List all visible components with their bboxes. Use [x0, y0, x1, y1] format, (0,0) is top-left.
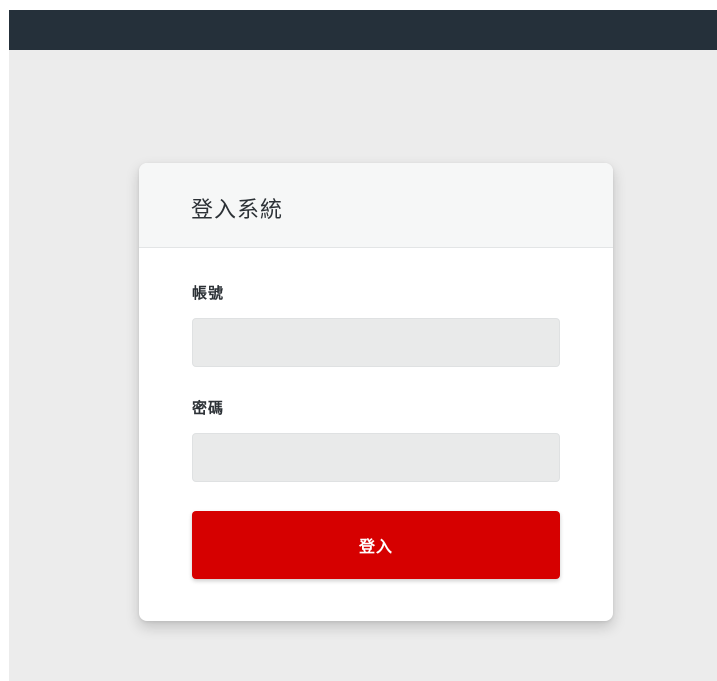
- app-screen: 登入系統 帳號 密碼 登入: [9, 10, 717, 681]
- password-input[interactable]: [192, 433, 560, 482]
- top-navigation-bar: [9, 10, 717, 50]
- username-label: 帳號: [192, 284, 225, 302]
- login-title: 登入系統: [191, 198, 284, 223]
- login-card-header: 登入系統: [139, 163, 613, 248]
- login-button[interactable]: 登入: [192, 511, 560, 579]
- password-label: 密碼: [192, 399, 225, 417]
- username-input[interactable]: [192, 318, 560, 367]
- login-card: 登入系統 帳號 密碼 登入: [139, 163, 613, 621]
